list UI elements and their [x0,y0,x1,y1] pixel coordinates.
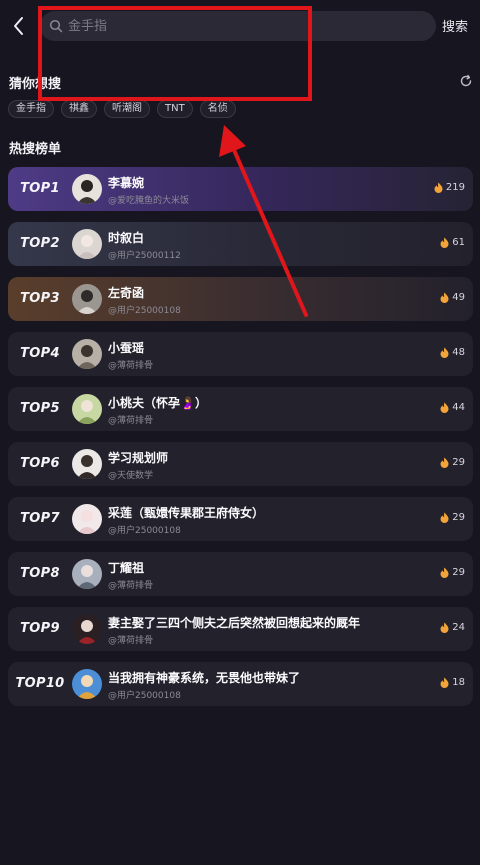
rank-label: TOP1 [20,181,60,196]
avatar [72,449,102,479]
fire-icon [440,567,449,578]
role-name: 小桃夫（怀孕🤰） [108,396,207,410]
list-item[interactable]: TOP10 当我拥有神豪系统，无畏他也带妹了 @用户25000108 18 [8,662,473,706]
heat-value: 48 [452,347,465,358]
heat-value: 24 [452,622,465,633]
role-name: 当我拥有神豪系统，无畏他也带妹了 [108,671,301,685]
role-name: 时叙白 [108,231,145,245]
rank-label: TOP2 [20,236,60,251]
role-name: 妻主娶了三四个侧夫之后突然被回想起来的厩年 [108,616,361,630]
heat-value: 29 [452,567,465,578]
rank-label: TOP7 [20,511,60,526]
rank-label: TOP9 [20,621,60,636]
heat-value: 49 [452,292,465,303]
heat-count: 44 [440,402,465,413]
avatar [72,669,102,699]
role-name: 小蚕瑶 [108,341,145,355]
heat-value: 29 [452,512,465,523]
role-name: 采莲（甄嬛传果郡王府侍女） [108,506,265,520]
author-name: @薄荷排骨 [108,361,154,371]
heat-value: 18 [452,677,465,688]
search-chip[interactable]: TNT [157,100,193,118]
author-name: @用户25000108 [108,691,181,701]
rank-label: TOP4 [20,346,60,361]
search-input[interactable] [68,11,408,41]
author-name: @薄荷排骨 [108,416,154,426]
author-name: @爱吃腌鱼的大米饭 [108,196,190,206]
author-name: @薄荷排骨 [108,581,154,591]
list-item[interactable]: TOP9 妻主娶了三四个侧夫之后突然被回想起来的厩年 @薄荷排骨 24 [8,607,473,651]
list-item[interactable]: TOP2 时叙白 @用户25000112 61 [8,222,473,266]
author-name: @天使数学 [108,471,154,481]
role-name: 丁耀祖 [108,561,145,575]
avatar [72,504,102,534]
avatar [72,174,102,204]
heat-count: 24 [440,622,465,633]
heat-count: 48 [440,347,465,358]
search-icon [49,19,63,33]
avatar [72,614,102,644]
heat-count: 29 [440,567,465,578]
guess-chips: 金手指 祺鑫 听潮阁 TNT 名侦 [8,100,236,118]
search-chip[interactable]: 名侦 [199,100,236,118]
hot-list-title: 热搜榜单 [9,142,62,157]
top-bar: 搜索 [0,0,480,52]
heat-count: 49 [440,292,465,303]
list-item[interactable]: TOP6 学习规划师 @天使数学 29 [8,442,473,486]
avatar [72,229,102,259]
hot-list: TOP1 李慕婉 @爱吃腌鱼的大米饭 219 TOP2 时叙白 @用户25000… [8,167,473,717]
refresh-icon[interactable] [459,74,473,88]
list-item[interactable]: TOP4 小蚕瑶 @薄荷排骨 48 [8,332,473,376]
fire-icon [440,347,449,358]
fire-icon [440,292,449,303]
avatar [72,394,102,424]
list-item[interactable]: TOP1 李慕婉 @爱吃腌鱼的大米饭 219 [8,167,473,211]
fire-icon [440,512,449,523]
author-name: @薄荷排骨 [108,636,154,646]
fire-icon [440,677,449,688]
guess-section-title: 猜你想搜 [9,77,62,92]
author-name: @用户25000108 [108,306,181,316]
rank-label: TOP3 [20,291,60,306]
avatar [72,284,102,314]
role-name: 李慕婉 [108,176,145,190]
search-bar [40,11,436,41]
fire-icon [440,237,449,248]
list-item[interactable]: TOP8 丁耀祖 @薄荷排骨 29 [8,552,473,596]
heat-value: 61 [452,237,465,248]
fire-icon [434,182,443,193]
back-arrow-icon[interactable] [8,12,30,40]
heat-value: 44 [452,402,465,413]
author-name: @用户25000112 [108,251,181,261]
rank-label: TOP10 [15,676,65,691]
author-name: @用户25000108 [108,526,181,536]
avatar [72,339,102,369]
search-chip[interactable]: 金手指 [8,100,54,118]
list-item[interactable]: TOP7 采莲（甄嬛传果郡王府侍女） @用户25000108 29 [8,497,473,541]
avatar [72,559,102,589]
list-item[interactable]: TOP3 左奇函 @用户25000108 49 [8,277,473,321]
rank-label: TOP8 [20,566,60,581]
fire-icon [440,457,449,468]
search-chip[interactable]: 听潮阁 [104,100,150,118]
fire-icon [440,622,449,633]
search-chip[interactable]: 祺鑫 [61,100,97,118]
rank-label: TOP5 [20,401,60,416]
role-name: 学习规划师 [108,451,169,465]
rank-label: TOP6 [20,456,60,471]
search-button[interactable]: 搜索 [442,16,468,35]
heat-value: 219 [445,182,465,193]
heat-count: 18 [440,677,465,688]
fire-icon [440,402,449,413]
heat-count: 29 [440,457,465,468]
heat-value: 29 [452,457,465,468]
heat-count: 29 [440,512,465,523]
role-name: 左奇函 [108,286,145,300]
heat-count: 219 [434,182,465,193]
heat-count: 61 [440,237,465,248]
list-item[interactable]: TOP5 小桃夫（怀孕🤰） @薄荷排骨 44 [8,387,473,431]
